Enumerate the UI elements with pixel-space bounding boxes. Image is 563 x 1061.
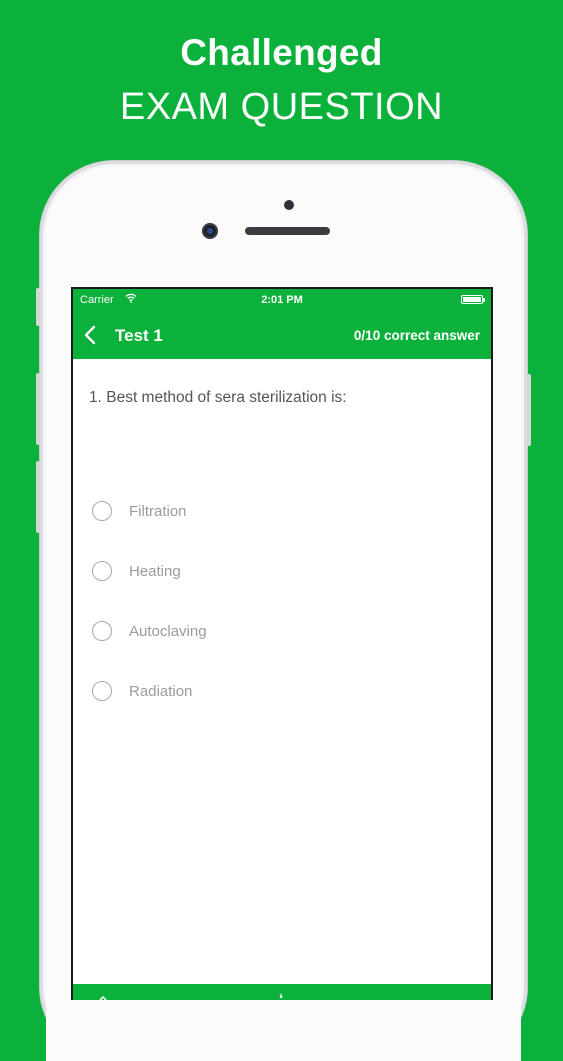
option-autoclaving[interactable]: Autoclaving	[92, 617, 472, 647]
app-screen: Carrier 2:01 PM Test 1 0/10 correct answ…	[71, 287, 493, 1000]
phone-power-button	[527, 374, 531, 446]
radio-unselected-icon[interactable]	[92, 681, 112, 701]
radio-unselected-icon[interactable]	[92, 561, 112, 581]
phone-volume-up-button	[36, 373, 40, 445]
phone-mute-switch	[36, 288, 40, 326]
nav-title: Test 1	[115, 326, 163, 345]
option-label: Autoclaving	[129, 623, 207, 640]
option-label: Heating	[129, 563, 181, 580]
option-label: Radiation	[129, 683, 193, 700]
promo-title-line1: Challenged	[180, 32, 383, 73]
option-label: Filtration	[129, 503, 187, 520]
earpiece-speaker	[245, 227, 330, 235]
chevron-left-icon[interactable]	[83, 323, 99, 347]
front-camera-icon	[202, 223, 218, 239]
answer-options: Filtration Heating Autoclaving Radiation	[92, 497, 472, 737]
toolbar-left-icon[interactable]	[99, 996, 107, 1000]
phone-volume-down-button	[36, 461, 40, 533]
option-radiation[interactable]: Radiation	[92, 677, 472, 707]
question-text: 1. Best method of sera sterilization is:	[89, 389, 347, 406]
radio-unselected-icon[interactable]	[92, 501, 112, 521]
option-filtration[interactable]: Filtration	[92, 497, 472, 527]
proximity-sensor	[284, 200, 294, 210]
star-icon[interactable]	[275, 993, 287, 1000]
option-heating[interactable]: Heating	[92, 557, 472, 587]
navigation-bar: Test 1 0/10 correct answer	[73, 311, 491, 359]
status-bar: Carrier 2:01 PM	[73, 289, 491, 311]
radio-unselected-icon[interactable]	[92, 621, 112, 641]
score-label: 0/10 correct answer	[353, 328, 480, 343]
battery-icon	[461, 295, 485, 304]
status-time: 2:01 PM	[261, 294, 303, 306]
promo-title-line2: EXAM QUESTION	[119, 86, 444, 128]
bottom-toolbar	[73, 984, 491, 1000]
